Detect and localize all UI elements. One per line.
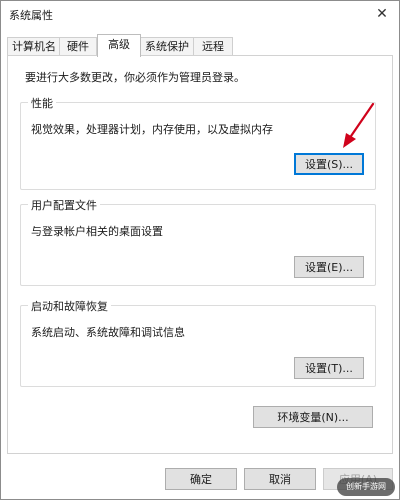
- system-properties-window: 系统属性 ✕ 计算机名 硬件 高级 系统保护 远程 要进行大多数更改，你必须作为…: [0, 0, 400, 500]
- watermark-badge: 创新手游网: [337, 478, 395, 496]
- cancel-button[interactable]: 取消: [244, 468, 316, 490]
- title-bar: 系统属性 ✕: [1, 1, 399, 29]
- ok-button[interactable]: 确定: [165, 468, 237, 490]
- tab-strip: 计算机名 硬件 高级 系统保护 远程: [7, 34, 393, 57]
- performance-group: 性能 视觉效果，处理器计划，内存使用，以及虚拟内存: [20, 95, 376, 190]
- tab-remote[interactable]: 远程: [193, 37, 233, 56]
- tab-system-protection[interactable]: 系统保护: [140, 37, 194, 56]
- performance-title: 性能: [28, 95, 56, 111]
- environment-variables-button[interactable]: 环境变量(N)...: [253, 406, 373, 428]
- admin-note: 要进行大多数更改，你必须作为管理员登录。: [25, 71, 245, 84]
- tab-advanced[interactable]: 高级: [97, 34, 141, 57]
- startup-recovery-description: 系统启动、系统故障和调试信息: [31, 326, 185, 339]
- close-icon[interactable]: ✕: [365, 1, 399, 29]
- red-arrow-annotation: [343, 102, 375, 148]
- performance-description: 视觉效果，处理器计划，内存使用，以及虚拟内存: [31, 123, 273, 136]
- window-title: 系统属性: [9, 9, 53, 22]
- tab-computer-name[interactable]: 计算机名: [7, 37, 61, 56]
- user-profiles-description: 与登录帐户相关的桌面设置: [31, 225, 163, 238]
- tab-hardware[interactable]: 硬件: [59, 37, 97, 56]
- startup-recovery-title: 启动和故障恢复: [28, 298, 111, 314]
- startup-recovery-settings-button[interactable]: 设置(T)...: [294, 357, 364, 379]
- performance-settings-button[interactable]: 设置(S)...: [294, 153, 364, 175]
- user-profiles-title: 用户配置文件: [28, 197, 100, 213]
- user-profiles-settings-button[interactable]: 设置(E)...: [294, 256, 364, 278]
